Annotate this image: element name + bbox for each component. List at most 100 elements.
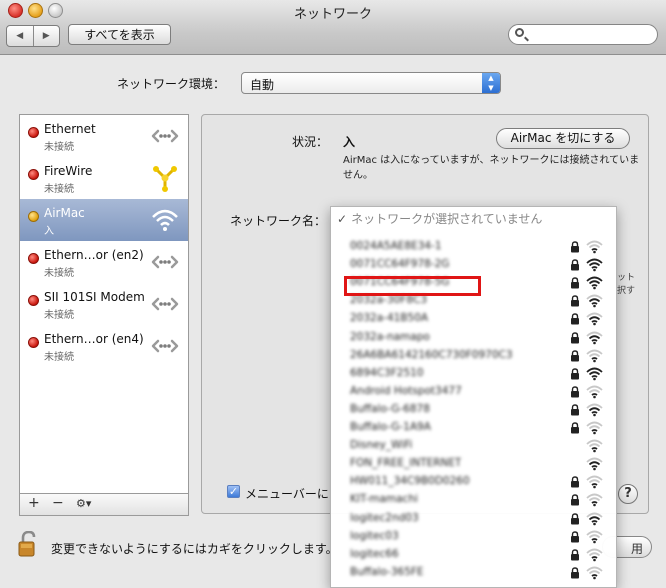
network-none-label: ネットワークが選択されていません (351, 212, 543, 226)
service-name: Ethernet (44, 122, 96, 136)
ethernet-icon (151, 339, 179, 353)
network-item[interactable]: 0071CC64F978-2G (331, 256, 616, 274)
red-annotation-box (344, 276, 481, 296)
turn-airmac-off-button[interactable]: AirMac を切にする (496, 128, 630, 149)
ethernet-icon (151, 297, 179, 311)
status-dot-red-icon (28, 253, 39, 264)
service-item-firewire[interactable]: FireWire 未接続 (20, 157, 188, 199)
wifi-signal-icon (586, 312, 603, 326)
service-item-airmac[interactable]: AirMac 入 (20, 199, 188, 241)
wifi-signal-icon (586, 240, 603, 254)
lock-icon (571, 295, 579, 307)
wifi-signal-icon (586, 475, 603, 489)
lock-icon (571, 422, 579, 434)
network-item[interactable]: Buffalo-G-1A9A (331, 419, 616, 437)
network-name: Buffalo-G-6878 (350, 402, 430, 415)
lock-icon (571, 386, 579, 398)
network-item[interactable]: Android Hotspot3477 (331, 383, 616, 401)
status-dot-red-icon (28, 127, 39, 138)
status-label: 状況： (292, 135, 329, 149)
lock-icon (571, 404, 579, 416)
service-name: SII 101SI Modem (44, 290, 145, 304)
network-none-item[interactable]: ✓ ネットワークが選択されていません (337, 210, 542, 227)
network-item[interactable]: FON_FREE_INTERNET (331, 455, 616, 473)
gear-menu-button[interactable]: ⚙▾ (76, 497, 91, 510)
location-select[interactable]: 自動 ▲ ▼ (241, 72, 501, 94)
back-button[interactable]: ◀ (7, 26, 33, 46)
network-name: Buffalo-G-1A9A (350, 421, 431, 433)
lock-icon (571, 277, 579, 289)
wifi-signal-icon (586, 385, 603, 399)
ethernet-icon (151, 255, 179, 269)
wifi-signal-icon (586, 294, 603, 308)
network-item[interactable]: Buffalo-365FE (331, 564, 616, 582)
network-name: Buffalo-365FE (350, 565, 424, 578)
firewire-icon (153, 166, 177, 192)
title-bar: ネットワーク ◀ ▶ すべてを表示 (0, 0, 666, 55)
lock-icon (571, 349, 579, 362)
show-in-menubar-label: メニューバーに (245, 487, 329, 501)
network-item[interactable]: logitec03 (331, 528, 616, 546)
network-dropdown-menu: ✓ ネットワークが選択されていません 0024A5AE8E34-1 0071CC64… (330, 206, 617, 588)
service-list: Ethernet 未接続 FireWire 未接続 AirMac 入 Ether… (19, 114, 189, 494)
obscured-text: 択す (617, 286, 636, 296)
network-item[interactable]: 6894C3F2510 (331, 365, 616, 383)
service-status: 未接続 (44, 268, 74, 279)
service-item-ethernet-en4[interactable]: Ethern…or (en4) 未接続 (20, 325, 188, 367)
lock-icon (571, 313, 579, 325)
network-name: HW011_34C9B0D0260 (350, 475, 470, 488)
service-item-ethernet-en2[interactable]: Ethern…or (en2) 未接続 (20, 241, 188, 283)
service-name: Ethern…or (en4) (44, 332, 144, 346)
network-name: Disney_WiFi (350, 439, 413, 452)
service-name: FireWire (44, 164, 93, 178)
network-name: FON_FREE_INTERNET (350, 457, 462, 470)
lock-icon[interactable] (18, 531, 38, 557)
lock-icon (571, 530, 579, 543)
network-item[interactable]: 2032a-41B50A (331, 310, 616, 328)
wifi-signal-icon (586, 439, 603, 453)
service-status: 未接続 (44, 184, 74, 195)
status-value: 入 (343, 135, 356, 149)
service-status: 入 (44, 226, 54, 237)
show-in-menubar-checkbox[interactable]: ✓ (227, 485, 240, 498)
network-item[interactable]: logitec2nd03 (331, 510, 616, 528)
search-field[interactable] (508, 24, 658, 45)
status-dot-yellow-icon (28, 211, 39, 222)
service-status: 未接続 (44, 352, 74, 363)
help-button[interactable]: ? (618, 484, 638, 504)
wifi-signal-icon (586, 331, 603, 344)
apply-button-label: 用 (630, 542, 643, 556)
network-item[interactable]: HW011_34C9B0D0260 (331, 473, 616, 491)
network-item[interactable]: logitec66 (331, 546, 616, 564)
lock-icon (571, 367, 579, 380)
network-name: logitec03 (350, 529, 399, 542)
wifi-signal-icon (586, 258, 603, 272)
lock-icon (571, 567, 579, 579)
network-item[interactable]: KIT-mamachi (331, 491, 616, 509)
network-name: 2032a-41B50A (350, 312, 429, 325)
forward-button[interactable]: ▶ (32, 26, 60, 46)
lock-icon (571, 259, 579, 271)
network-item[interactable]: 26A6BA6142160C730F0970C3 (331, 347, 616, 365)
network-item[interactable]: 0024A5AE8E34-1 (331, 238, 616, 256)
checkmark-icon: ✓ (337, 212, 348, 226)
wifi-signal-icon (586, 530, 603, 543)
lock-message: 変更できないようにするにはカギをクリックします。 (51, 542, 338, 556)
wifi-signal-icon (586, 548, 603, 561)
show-all-button[interactable]: すべてを表示 (68, 24, 171, 45)
wifi-icon (152, 209, 178, 231)
status-dot-red-icon (28, 295, 39, 306)
service-item-modem[interactable]: SII 101SI Modem 未接続 (20, 283, 188, 325)
network-item[interactable]: Disney_WiFi (331, 437, 616, 455)
search-icon (515, 28, 524, 37)
network-item[interactable]: 2032a-namapo (331, 329, 616, 347)
service-item-ethernet[interactable]: Ethernet 未接続 (20, 115, 188, 157)
network-name: Android Hotspot3477 (350, 384, 462, 397)
network-name: 2032a-30F8C3 (350, 294, 428, 307)
wifi-signal-icon (586, 349, 603, 362)
network-item[interactable]: Buffalo-G-6878 (331, 401, 616, 419)
add-service-button[interactable]: + (28, 495, 40, 511)
popup-arrows-icon: ▲ ▼ (482, 73, 500, 93)
remove-service-button[interactable]: − (52, 495, 64, 511)
lock-icon (571, 331, 579, 343)
